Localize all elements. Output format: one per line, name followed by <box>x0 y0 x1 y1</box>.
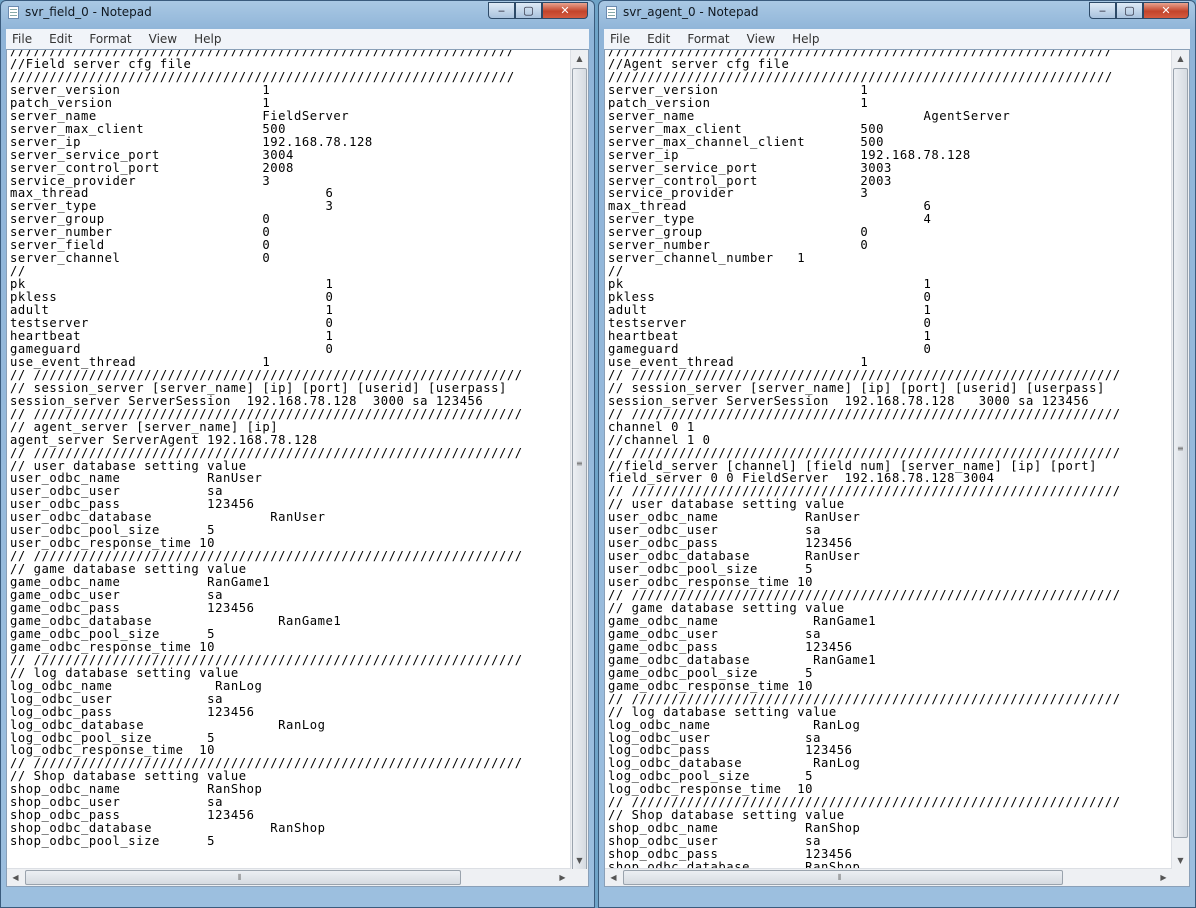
scroll-right-arrow-icon[interactable]: ▶ <box>1155 869 1172 886</box>
scroll-up-arrow-icon[interactable]: ▲ <box>571 50 588 67</box>
close-button[interactable]: ✕ <box>1143 2 1189 19</box>
scroll-left-arrow-icon[interactable]: ◀ <box>7 869 24 886</box>
menu-view[interactable]: View <box>147 32 179 46</box>
scrollbar-corner <box>571 869 588 886</box>
menu-edit[interactable]: Edit <box>645 32 672 46</box>
editor-area: ////////////////////////////////////////… <box>604 49 1190 887</box>
menu-bar: File Edit Format View Help <box>604 29 1190 49</box>
scroll-down-arrow-icon[interactable]: ▼ <box>1172 852 1189 869</box>
caption-buttons: ‒ ▢ ✕ <box>488 2 588 19</box>
horizontal-scroll-thumb[interactable]: ⦀ <box>623 870 1063 885</box>
close-button[interactable]: ✕ <box>542 2 588 19</box>
window-title: svr_agent_0 - Notepad <box>623 5 759 19</box>
grip-icon: ⦀ <box>238 873 242 882</box>
horizontal-scroll-thumb[interactable]: ⦀ <box>25 870 461 885</box>
text-editor[interactable]: ////////////////////////////////////////… <box>10 50 571 869</box>
scroll-left-arrow-icon[interactable]: ◀ <box>605 869 622 886</box>
horizontal-scrollbar[interactable]: ◀ ⦀ ▶ <box>7 868 571 886</box>
grip-icon: ⦀ <box>838 873 842 882</box>
grip-icon: ≡ <box>576 459 583 468</box>
notepad-window-field[interactable]: svr_field_0 - Notepad ‒ ▢ ✕ File Edit Fo… <box>0 0 595 908</box>
menu-bar: File Edit Format View Help <box>6 29 589 49</box>
text-editor[interactable]: ////////////////////////////////////////… <box>608 50 1172 869</box>
vertical-scroll-thumb[interactable]: ≡ <box>1173 68 1188 838</box>
notepad-icon[interactable] <box>8 6 19 19</box>
menu-file[interactable]: File <box>608 32 632 46</box>
scroll-up-arrow-icon[interactable]: ▲ <box>1172 50 1189 67</box>
window-title: svr_field_0 - Notepad <box>25 5 152 19</box>
menu-help[interactable]: Help <box>192 32 223 46</box>
vertical-scrollbar[interactable]: ▲ ≡ ▼ <box>570 50 588 871</box>
scrollbar-corner <box>1172 869 1189 886</box>
scroll-right-arrow-icon[interactable]: ▶ <box>554 869 571 886</box>
menu-format[interactable]: Format <box>685 32 731 46</box>
maximize-button[interactable]: ▢ <box>515 2 542 19</box>
caption-buttons: ‒ ▢ ✕ <box>1089 2 1189 19</box>
vertical-scroll-thumb[interactable]: ≡ <box>572 68 587 871</box>
menu-format[interactable]: Format <box>87 32 133 46</box>
grip-icon: ≡ <box>1177 444 1184 453</box>
menu-file[interactable]: File <box>10 32 34 46</box>
menu-help[interactable]: Help <box>790 32 821 46</box>
scroll-down-arrow-icon[interactable]: ▼ <box>571 852 588 869</box>
vertical-scrollbar[interactable]: ▲ ≡ ▼ <box>1171 50 1189 869</box>
minimize-button[interactable]: ‒ <box>1089 2 1116 19</box>
editor-area: ////////////////////////////////////////… <box>6 49 589 887</box>
notepad-icon[interactable] <box>606 6 617 19</box>
title-bar[interactable]: svr_agent_0 - Notepad ‒ ▢ ✕ <box>599 1 1195 25</box>
menu-edit[interactable]: Edit <box>47 32 74 46</box>
minimize-button[interactable]: ‒ <box>488 2 515 19</box>
title-bar[interactable]: svr_field_0 - Notepad ‒ ▢ ✕ <box>1 1 594 25</box>
maximize-button[interactable]: ▢ <box>1116 2 1143 19</box>
notepad-window-agent[interactable]: svr_agent_0 - Notepad ‒ ▢ ✕ File Edit Fo… <box>598 0 1196 908</box>
horizontal-scrollbar[interactable]: ◀ ⦀ ▶ <box>605 868 1172 886</box>
menu-view[interactable]: View <box>745 32 777 46</box>
